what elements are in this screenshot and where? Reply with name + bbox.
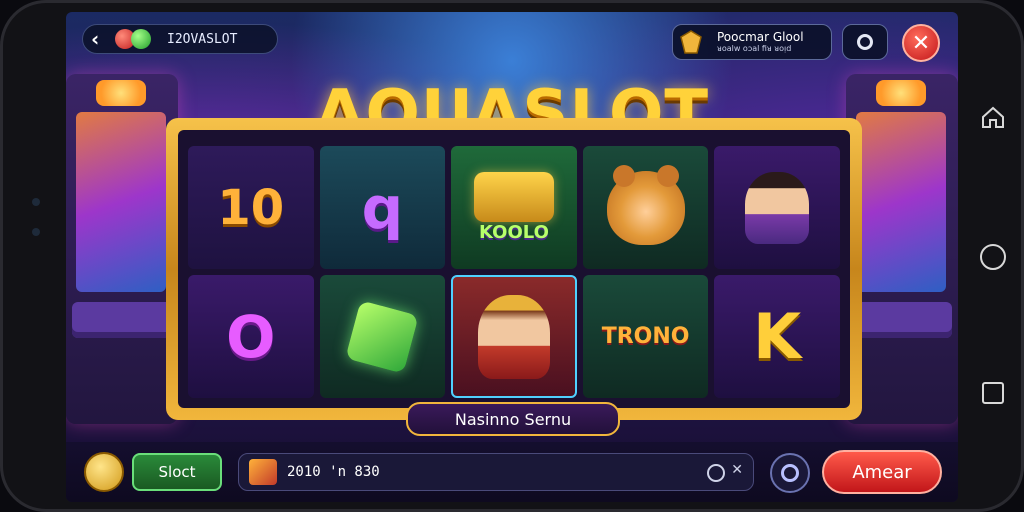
bet-thumbnail-icon (249, 459, 277, 485)
app-name-label: I2OVASLOT (167, 31, 238, 47)
symbol-k: K (753, 300, 802, 373)
promo-banner[interactable]: Poocmar Glool ᴚoalw oɔal fiᴚ ᴚoᴉd (672, 24, 832, 60)
symbol-10: 10 (217, 179, 285, 236)
phone-frame: ‹ I2OVASLOT Poocmar Glool ᴚoalw oɔal fiᴚ… (0, 0, 1024, 512)
home-icon[interactable] (980, 104, 1006, 130)
sensor-dot (32, 228, 40, 236)
reel-cell-bottom-1: O (188, 275, 314, 398)
coin-stack-icon (473, 172, 554, 222)
play-button[interactable]: Amear (822, 450, 942, 494)
symbol-o: O (226, 302, 276, 371)
bet-field-value: 2010 'n 830 (287, 464, 380, 480)
reel-cell-bottom-2 (319, 275, 446, 398)
arcade-machine-right (846, 74, 958, 424)
arcade-light (96, 80, 146, 106)
gold-shield-icon (680, 30, 702, 54)
gem-green (131, 29, 151, 49)
green-glass-icon (345, 299, 420, 374)
reel-cell-top-4 (582, 146, 709, 269)
promo-title: Poocmar Glool (717, 29, 804, 44)
queen-character-icon (477, 294, 550, 379)
promo-subtitle: ᴚoalw oɔal fiᴚ ᴚoᴉd (717, 43, 792, 53)
reel-cell-bottom-4: TRONO (582, 275, 709, 398)
system-nav-bar (958, 0, 1024, 512)
reel-frame: 10 q KOOLO O TRONO K (166, 118, 862, 420)
target-icon[interactable] (707, 464, 725, 482)
symbol-koolo: KOOLO (479, 222, 549, 243)
bet-field[interactable]: 2010 'n 830 ✕ (238, 453, 754, 491)
game-header: ‹ I2OVASLOT (82, 24, 278, 54)
close-icon: ✕ (911, 30, 931, 56)
settings-icon (857, 34, 873, 50)
arcade-screen (76, 112, 166, 292)
arcade-light (876, 80, 926, 106)
arcade-screen (856, 112, 946, 292)
recents-icon[interactable] (982, 382, 1004, 404)
arcade-panel (852, 302, 952, 338)
settings-button[interactable] (842, 24, 888, 60)
coin-balance-button[interactable] (84, 452, 124, 492)
camera-dot (32, 198, 40, 206)
symbol-trono: TRONO (601, 324, 690, 349)
bear-mascot-icon (606, 164, 685, 245)
slot-button[interactable]: Sloct (132, 453, 222, 491)
casino-plaque: Nasinno Sernu (406, 402, 620, 436)
close-button[interactable]: ✕ (902, 24, 940, 62)
target-icon (781, 464, 799, 482)
reel-cell-top-5 (714, 146, 840, 269)
clear-icon[interactable]: ✕ (731, 462, 743, 478)
reel-cell-bottom-5: K (714, 275, 840, 398)
reel-cell-bottom-3 (451, 275, 577, 398)
reel-cell-top-1: 10 (188, 146, 314, 269)
chevron-left-icon[interactable]: ‹ (91, 27, 111, 51)
reel-cell-top-2: q (319, 146, 446, 269)
control-bar: Sloct 2010 'n 830 ✕ Amear (66, 442, 958, 502)
arcade-panel (72, 302, 172, 338)
symbol-q: q (361, 173, 404, 242)
reel-cell-top-3: KOOLO (451, 146, 577, 269)
warrior-character-icon (745, 171, 810, 244)
circle-nav-icon[interactable] (980, 244, 1006, 270)
game-screen: ‹ I2OVASLOT Poocmar Glool ᴚoalw oɔal fiᴚ… (66, 12, 958, 502)
autoplay-button[interactable] (770, 453, 810, 493)
gems-icon (111, 27, 159, 51)
arcade-machine-left (66, 74, 178, 424)
reel-grid: 10 q KOOLO O TRONO K (178, 130, 850, 408)
